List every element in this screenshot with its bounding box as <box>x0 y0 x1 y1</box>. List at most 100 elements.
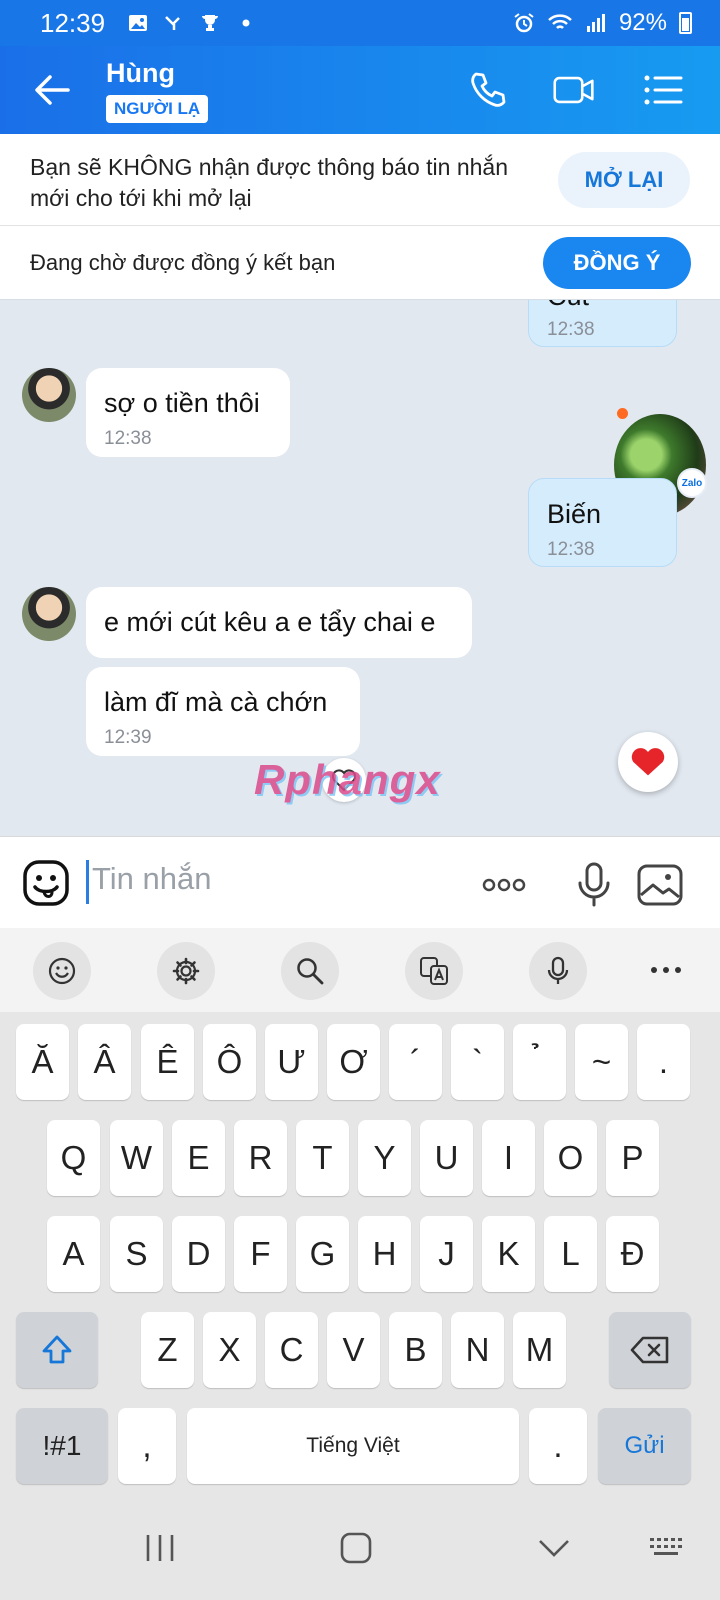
friend-request-bar: Đang chờ được đồng ý kết bạn ĐỒNG Ý <box>0 226 720 300</box>
translate-icon[interactable] <box>405 942 463 1000</box>
key[interactable]: Ă <box>16 1024 69 1100</box>
message-input-bar <box>0 836 720 928</box>
wifi-icon <box>548 14 572 29</box>
key-w[interactable]: W <box>110 1120 163 1196</box>
key-j[interactable]: J <box>420 1216 473 1292</box>
key-f[interactable]: F <box>234 1216 287 1292</box>
gallery-icon <box>129 15 148 31</box>
key-p[interactable]: P <box>606 1120 659 1196</box>
search-icon[interactable] <box>281 942 339 1000</box>
message-bubble-incoming[interactable]: e mới cút kêu a e tẩy chai e <box>86 587 472 658</box>
video-call-icon[interactable] <box>552 68 596 112</box>
backspace-key[interactable] <box>609 1312 691 1388</box>
status-bar: 12:39 92% <box>0 0 720 46</box>
key-c[interactable]: C <box>265 1312 318 1388</box>
trophy-icon <box>202 15 219 31</box>
message-input[interactable] <box>92 861 452 897</box>
agree-button[interactable]: ĐỒNG Ý <box>543 237 691 289</box>
key-t[interactable]: T <box>296 1120 349 1196</box>
message-bubble-incoming[interactable]: làm đĩ mà cà chớn 12:39 <box>86 667 360 756</box>
key-v[interactable]: V <box>327 1312 380 1388</box>
key[interactable]: Â <box>78 1024 131 1100</box>
microphone-icon[interactable] <box>570 861 618 909</box>
message-time: 12:39 <box>104 727 152 748</box>
key[interactable]: ´ <box>389 1024 442 1100</box>
key-y[interactable]: Y <box>358 1120 411 1196</box>
key[interactable]: Ơ <box>327 1024 380 1100</box>
key-u[interactable]: U <box>420 1120 473 1196</box>
symbols-key[interactable]: !#1 <box>16 1408 108 1484</box>
reopen-button[interactable]: MỞ LẠI <box>558 152 690 208</box>
message-text: Cút <box>547 300 589 312</box>
keyboard-toolbar <box>0 928 720 1012</box>
more-icon[interactable] <box>648 958 684 982</box>
key-d[interactable]: D <box>172 1216 225 1292</box>
shift-arrow-icon <box>42 1335 72 1364</box>
send-key[interactable]: Gửi <box>598 1408 691 1484</box>
home-icon[interactable] <box>334 1526 378 1570</box>
key[interactable]: ` <box>451 1024 504 1100</box>
notice-text: Bạn sẽ KHÔNG nhận được thông báo tin nhắ… <box>30 154 509 211</box>
key-l[interactable]: L <box>544 1216 597 1292</box>
key[interactable]: Ô <box>203 1024 256 1100</box>
key-x[interactable]: X <box>203 1312 256 1388</box>
shift-key[interactable] <box>16 1312 98 1388</box>
key[interactable]: Ê <box>141 1024 194 1100</box>
signal-icon <box>586 14 605 32</box>
message-bubble-incoming[interactable]: sợ o tiền thôi 12:38 <box>86 368 290 457</box>
key-e[interactable]: E <box>172 1120 225 1196</box>
recent-apps-icon[interactable] <box>138 1526 182 1570</box>
key-b[interactable]: B <box>389 1312 442 1388</box>
key[interactable]: ̉ <box>513 1024 566 1100</box>
battery-percent: 92% <box>618 9 667 36</box>
quick-heart-button[interactable] <box>618 732 678 792</box>
text-cursor <box>86 860 89 904</box>
message-bubble-outgoing[interactable]: Biến 12:38 <box>528 478 677 567</box>
watermark: Rphangx <box>254 756 441 803</box>
avatar[interactable] <box>22 587 76 641</box>
voice-input-icon[interactable] <box>529 942 587 1000</box>
chat-header: Hùng NGƯỜI LẠ <box>0 46 720 134</box>
key[interactable]: . <box>637 1024 690 1100</box>
contact-name[interactable]: Hùng <box>106 58 175 89</box>
backspace-icon <box>630 1336 669 1364</box>
friend-request-text: Đang chờ được đồng ý kết bạn <box>30 250 336 275</box>
key-dd[interactable]: Đ <box>606 1216 659 1292</box>
menu-list-icon[interactable] <box>640 68 684 112</box>
comma-key[interactable]: , <box>118 1408 176 1484</box>
key[interactable]: Ư <box>265 1024 318 1100</box>
key-r[interactable]: R <box>234 1120 287 1196</box>
more-options-icon[interactable] <box>480 861 528 909</box>
period-key[interactable]: . <box>529 1408 587 1484</box>
collapse-keyboard-icon[interactable] <box>532 1526 576 1570</box>
back-arrow-icon[interactable] <box>30 68 74 112</box>
key-g[interactable]: G <box>296 1216 349 1292</box>
key-k[interactable]: K <box>482 1216 535 1292</box>
key-n[interactable]: N <box>451 1312 504 1388</box>
key-o[interactable]: O <box>544 1120 597 1196</box>
message-time: 12:38 <box>547 539 595 560</box>
emoji-icon[interactable] <box>33 942 91 1000</box>
key-z[interactable]: Z <box>141 1312 194 1388</box>
key[interactable]: ~ <box>575 1024 628 1100</box>
key-i[interactable]: I <box>482 1120 535 1196</box>
status-right-icons: 92% <box>513 9 692 37</box>
image-gallery-icon[interactable] <box>636 861 684 909</box>
key-q[interactable]: Q <box>47 1120 100 1196</box>
message-bubble-outgoing[interactable]: Cút 12:38 <box>528 300 677 347</box>
sticker-icon[interactable] <box>22 859 70 907</box>
key-a[interactable]: A <box>47 1216 100 1292</box>
keyboard-switch-icon[interactable] <box>646 1526 690 1570</box>
space-key[interactable]: Tiếng Việt <box>187 1408 519 1484</box>
settings-gear-icon[interactable] <box>157 942 215 1000</box>
key-s[interactable]: S <box>110 1216 163 1292</box>
phone-call-icon[interactable] <box>466 68 510 112</box>
notification-off-notice: Bạn sẽ KHÔNG nhận được thông báo tin nhắ… <box>0 134 720 226</box>
system-navigation-bar <box>0 1496 720 1600</box>
chat-messages[interactable]: Cút 12:38 sợ o tiền thôi 12:38 Zalo Biến… <box>0 300 720 836</box>
key-h[interactable]: H <box>358 1216 411 1292</box>
avatar[interactable] <box>22 368 76 422</box>
key-m[interactable]: M <box>513 1312 566 1388</box>
message-text: e mới cút kêu a e tẩy chai e <box>104 607 436 637</box>
heart-icon <box>631 748 665 776</box>
